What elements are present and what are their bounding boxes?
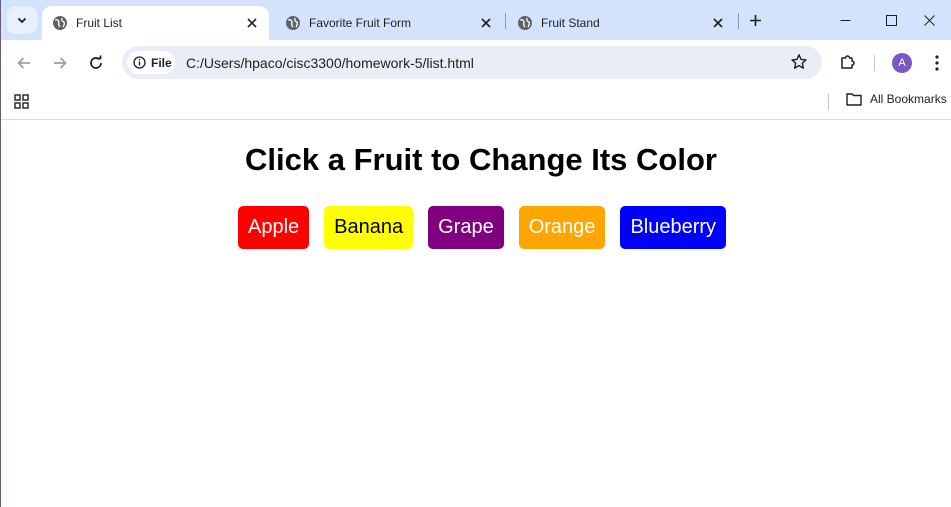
extensions-button[interactable] [837, 51, 859, 73]
scheme-label: File [151, 55, 172, 70]
tab-close-button[interactable] [709, 14, 727, 32]
close-icon [713, 18, 723, 28]
arrow-left-icon [17, 57, 30, 69]
fruit-button-apple[interactable]: Apple [238, 206, 310, 249]
tab-title: Fruit List [76, 16, 123, 30]
info-icon [133, 56, 146, 69]
fruit-button-blueberry[interactable]: Blueberry [620, 206, 727, 249]
browser-toolbar: File C:/Users/hpaco/cisc3300/homework-5/… [1, 40, 951, 86]
tab-separator [505, 13, 506, 29]
plus-icon [749, 14, 761, 26]
forward-button[interactable] [48, 51, 72, 75]
globe-icon [518, 16, 532, 30]
tab-fruit-list[interactable]: Fruit List [42, 6, 269, 40]
star-icon[interactable] [790, 53, 808, 71]
tab-fruit-stand[interactable]: Fruit Stand [507, 6, 735, 40]
minimize-icon [840, 19, 850, 21]
bookmarks-bar: All Bookmarks [1, 86, 951, 120]
page-content: Click a Fruit to Change Its Color Apple … [1, 121, 951, 507]
chevron-down-icon [17, 17, 27, 24]
fruit-button-list: Apple Banana Grape Orange Blueberry [238, 206, 741, 249]
arrow-right-icon [54, 57, 67, 69]
tab-close-button[interactable] [477, 14, 495, 32]
close-icon [247, 18, 257, 28]
browser-window: Fruit List Favorite Fruit Form Fruit Sta… [0, 0, 951, 507]
address-bar[interactable]: File C:/Users/hpaco/cisc3300/homework-5/… [122, 46, 822, 79]
tab-favorite-fruit-form[interactable]: Favorite Fruit Form [275, 6, 503, 40]
tab-title: Favorite Fruit Form [309, 16, 412, 30]
tab-close-button[interactable] [243, 14, 261, 32]
all-bookmarks-label: All Bookmarks [870, 92, 947, 106]
puzzle-icon [841, 55, 855, 69]
fruit-button-banana[interactable]: Banana [324, 206, 414, 249]
reload-button[interactable] [84, 51, 108, 75]
tab-strip: Fruit List Favorite Fruit Form Fruit Sta… [1, 0, 951, 40]
fruit-button-orange[interactable]: Orange [518, 206, 606, 249]
globe-icon [53, 16, 67, 30]
bookmarks-separator [828, 93, 829, 110]
globe-icon [286, 16, 300, 30]
new-tab-button[interactable] [745, 10, 765, 30]
url-text[interactable]: C:/Users/hpaco/cisc3300/homework-5/list.… [186, 55, 474, 71]
tab-search-button[interactable] [7, 6, 37, 34]
browser-menu-button[interactable] [927, 51, 947, 75]
more-vert-icon [935, 55, 939, 71]
minimize-button[interactable] [822, 8, 868, 32]
close-icon [481, 18, 491, 28]
back-button[interactable] [12, 51, 36, 75]
folder-icon [846, 93, 862, 106]
apps-grid-icon[interactable] [13, 93, 31, 111]
all-bookmarks-button[interactable]: All Bookmarks [846, 92, 947, 106]
toolbar-separator [874, 55, 875, 71]
site-info-chip[interactable]: File [127, 51, 175, 74]
fruit-button-grape[interactable]: Grape [428, 206, 504, 249]
close-icon [923, 14, 935, 26]
reload-icon [90, 55, 102, 69]
maximize-icon [885, 14, 897, 26]
tab-title: Fruit Stand [541, 16, 600, 30]
close-window-button[interactable] [906, 8, 951, 32]
page-title: Click a Fruit to Change Its Color [245, 142, 717, 177]
tab-separator [738, 13, 739, 29]
profile-avatar[interactable]: A [892, 53, 912, 73]
